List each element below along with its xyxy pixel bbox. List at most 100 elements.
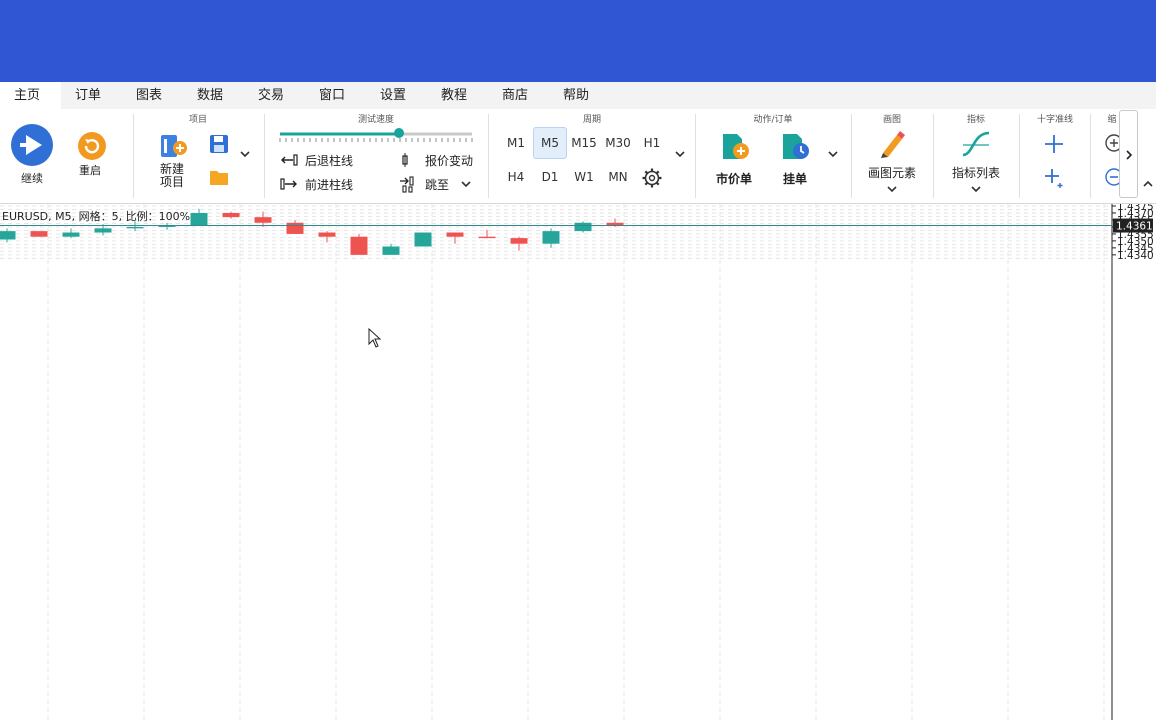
- separator: [488, 114, 489, 198]
- chevron-right-icon: [1126, 150, 1133, 160]
- period-m1[interactable]: M1: [499, 127, 533, 159]
- price-chart[interactable]: 1.43751.43701.43651.43601.43551.43501.43…: [0, 204, 1156, 720]
- tab-tutorials[interactable]: 教程: [427, 82, 488, 109]
- pencil-icon: [881, 131, 905, 158]
- candlestick-chart[interactable]: 1.43751.43701.43651.43601.43551.43501.43…: [0, 204, 1156, 720]
- zoom-in-button[interactable]: [1104, 133, 1120, 153]
- ribbon: 继续 重启 项目 新建 项目 测试速度 后退柱线 前进柱线 报价变动 跳至 周期…: [0, 109, 1156, 204]
- period-mn[interactable]: MN: [601, 161, 635, 193]
- folder-icon: [210, 171, 228, 185]
- chevron-down-icon: [971, 186, 981, 193]
- chevron-down-icon[interactable]: [460, 179, 472, 189]
- title-bar: [0, 0, 1156, 82]
- save-icon: [210, 135, 228, 153]
- candle-bear: [222, 212, 240, 218]
- indicator-list-button[interactable]: 指标列表: [948, 129, 1004, 199]
- candle-bear: [318, 232, 336, 237]
- separator: [933, 114, 934, 198]
- candle-bull: [0, 231, 16, 240]
- candle-bull: [542, 231, 560, 244]
- tab-help[interactable]: 帮助: [549, 82, 610, 109]
- speed-slider[interactable]: [278, 125, 474, 145]
- price-tick-label: 1.4340: [1117, 250, 1154, 262]
- candle-bull: [414, 232, 432, 247]
- period-w1[interactable]: W1: [567, 161, 601, 193]
- crosshair-button[interactable]: [1043, 133, 1065, 155]
- indicator-list-label: 指标列表: [952, 166, 1001, 180]
- separator: [1090, 114, 1091, 198]
- separator: [133, 114, 134, 198]
- candle-bear: [254, 217, 272, 223]
- chevron-down-icon[interactable]: [674, 149, 686, 159]
- candle-bear: [286, 222, 304, 234]
- chevron-down-icon[interactable]: [827, 149, 839, 159]
- group-title-indicators: 指标: [966, 115, 985, 125]
- tab-settings[interactable]: 设置: [366, 82, 427, 109]
- pending-order-icon: [783, 134, 809, 159]
- candle-bull: [62, 232, 80, 237]
- candle-bear: [30, 231, 48, 237]
- candle-bull: [574, 222, 592, 232]
- chevron-up-icon[interactable]: [1142, 179, 1154, 189]
- zoom-out-button[interactable]: [1104, 167, 1120, 187]
- tick-icon: [402, 153, 408, 167]
- candle-bear: [350, 236, 368, 255]
- tab-window[interactable]: 窗口: [305, 82, 366, 109]
- separator: [1019, 114, 1020, 198]
- period-m5[interactable]: M5: [533, 127, 567, 159]
- open-folder-button[interactable]: [208, 167, 232, 189]
- group-title-speed: 测试速度: [357, 115, 394, 125]
- pending-order-label: 挂单: [783, 172, 808, 186]
- tab-strategies[interactable]: 交易策略: [244, 82, 305, 130]
- step-back-icon: [281, 154, 298, 166]
- market-order-button[interactable]: 市价单: [713, 131, 759, 189]
- group-title-periods: 周期: [582, 115, 601, 125]
- period-settings-button[interactable]: [641, 167, 663, 189]
- crosshair-snap-icon: [1045, 169, 1063, 188]
- candle-bull: [94, 228, 112, 233]
- zoom-out-icon: [1105, 168, 1120, 186]
- tick-change-button[interactable]: 报价变动: [398, 151, 478, 169]
- step-forward-button[interactable]: 前进柱线: [279, 175, 379, 193]
- candle-bear: [478, 236, 496, 239]
- new-project-button[interactable]: 新建 项目: [152, 131, 194, 193]
- new-project-label: 新建 项目: [160, 162, 185, 189]
- pending-order-button[interactable]: 挂单: [776, 131, 816, 189]
- jump-to-button[interactable]: 跳至: [398, 175, 458, 193]
- period-m15[interactable]: M15: [567, 127, 601, 159]
- period-h4[interactable]: H4: [499, 161, 533, 193]
- separator: [264, 114, 265, 198]
- tab-data[interactable]: 数据: [183, 82, 244, 109]
- period-d1[interactable]: D1: [533, 161, 567, 193]
- draw-objects-label: 画图元素: [868, 166, 917, 180]
- tab-store[interactable]: 商店: [488, 82, 549, 109]
- crosshair-snap-button[interactable]: [1043, 167, 1065, 189]
- candle-bull: [126, 226, 144, 229]
- candle-bull: [382, 246, 400, 255]
- save-button[interactable]: [208, 133, 232, 157]
- restart-icon: [78, 132, 106, 160]
- group-title-crosshair: 十字准线: [1036, 115, 1073, 125]
- group-title-zoom: 缩: [1107, 115, 1117, 125]
- tab-orders[interactable]: 订单: [61, 82, 122, 109]
- draw-objects-button[interactable]: 画图元素: [864, 129, 920, 199]
- period-m30[interactable]: M30: [601, 127, 635, 159]
- step-back-label: 后退柱线: [305, 154, 354, 168]
- period-h1[interactable]: H1: [635, 127, 669, 159]
- jump-label: 跳至: [425, 178, 450, 192]
- tab-charts[interactable]: 图表: [122, 82, 183, 109]
- separator: [695, 114, 696, 198]
- chevron-down-icon[interactable]: [239, 149, 251, 159]
- mouse-cursor-icon: [368, 328, 382, 348]
- candle-bull: [190, 212, 208, 226]
- crosshair-icon: [1045, 135, 1063, 153]
- continue-button[interactable]: 继续: [8, 123, 56, 185]
- group-title-draw: 画图: [882, 115, 901, 125]
- ribbon-scroll-right-button[interactable]: [1119, 110, 1138, 198]
- group-title-orders: 动作/订单: [753, 115, 793, 125]
- restart-button[interactable]: 重启: [72, 131, 112, 181]
- group-title-project: 项目: [188, 115, 207, 125]
- tab-home[interactable]: 主页: [0, 82, 61, 109]
- play-icon: [11, 124, 53, 166]
- step-back-button[interactable]: 后退柱线: [279, 151, 379, 169]
